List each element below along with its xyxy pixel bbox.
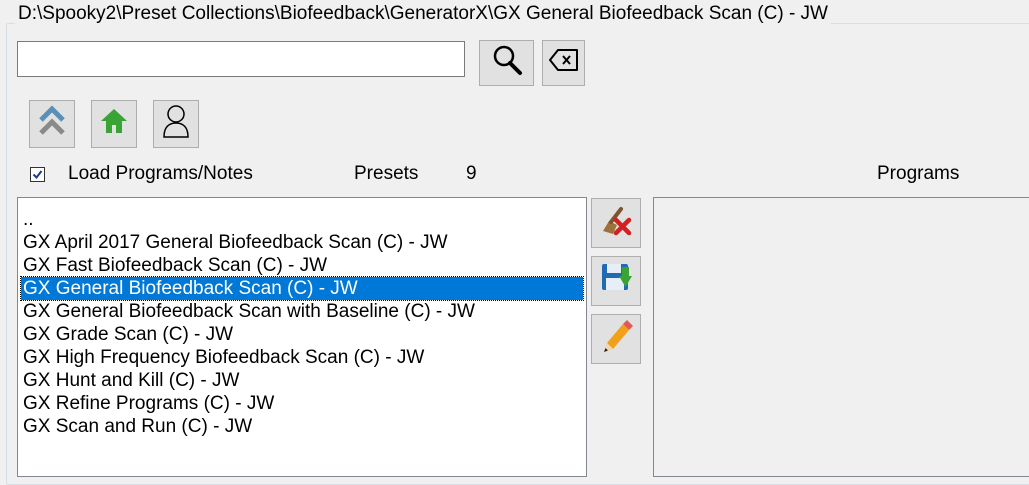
load-programs-label: Load Programs/Notes [68,163,253,184]
presets-list[interactable]: .. GX April 2017 General Biofeedback Sca… [17,197,587,477]
checkmark-icon [32,164,43,186]
list-item[interactable]: GX Scan and Run (C) - JW [21,415,583,438]
list-item[interactable]: GX General Biofeedback Scan with Baselin… [21,300,583,323]
parent-folder-button[interactable] [29,100,75,148]
delete-preset-button[interactable] [591,198,641,248]
list-item[interactable]: GX Hunt and Kill (C) - JW [21,369,583,392]
list-item[interactable]: GX High Frequency Biofeedback Scan (C) -… [21,346,583,369]
presets-label: Presets [354,163,419,184]
save-preset-button[interactable] [591,256,641,306]
backspace-icon [548,47,580,79]
user-icon [161,103,191,145]
home-button[interactable] [91,100,137,148]
edit-preset-button[interactable] [591,314,641,364]
delete-brush-icon [599,203,633,243]
user-button[interactable] [153,100,199,148]
programs-label: Programs [877,163,960,184]
list-item[interactable]: .. [21,208,583,231]
preset-path-title: D:\Spooky2\Preset Collections\Biofeedbac… [15,3,831,25]
list-item[interactable]: GX Fast Biofeedback Scan (C) - JW [21,254,583,277]
programs-list[interactable] [653,197,1029,477]
load-programs-checkbox[interactable] [30,167,45,182]
magnifier-icon [490,43,524,83]
search-button[interactable] [479,40,534,86]
home-icon [99,106,129,142]
double-chevron-up-icon [37,104,67,144]
list-item[interactable]: GX General Biofeedback Scan (C) - JW [20,276,584,301]
list-item[interactable]: GX Grade Scan (C) - JW [21,323,583,346]
clear-search-button[interactable] [542,40,585,86]
list-item[interactable]: GX Refine Programs (C) - JW [21,392,583,415]
search-input[interactable] [17,41,465,77]
save-icon [599,261,633,301]
pencil-icon [599,319,633,359]
list-item[interactable]: GX April 2017 General Biofeedback Scan (… [21,231,583,254]
presets-count: 9 [466,163,477,184]
